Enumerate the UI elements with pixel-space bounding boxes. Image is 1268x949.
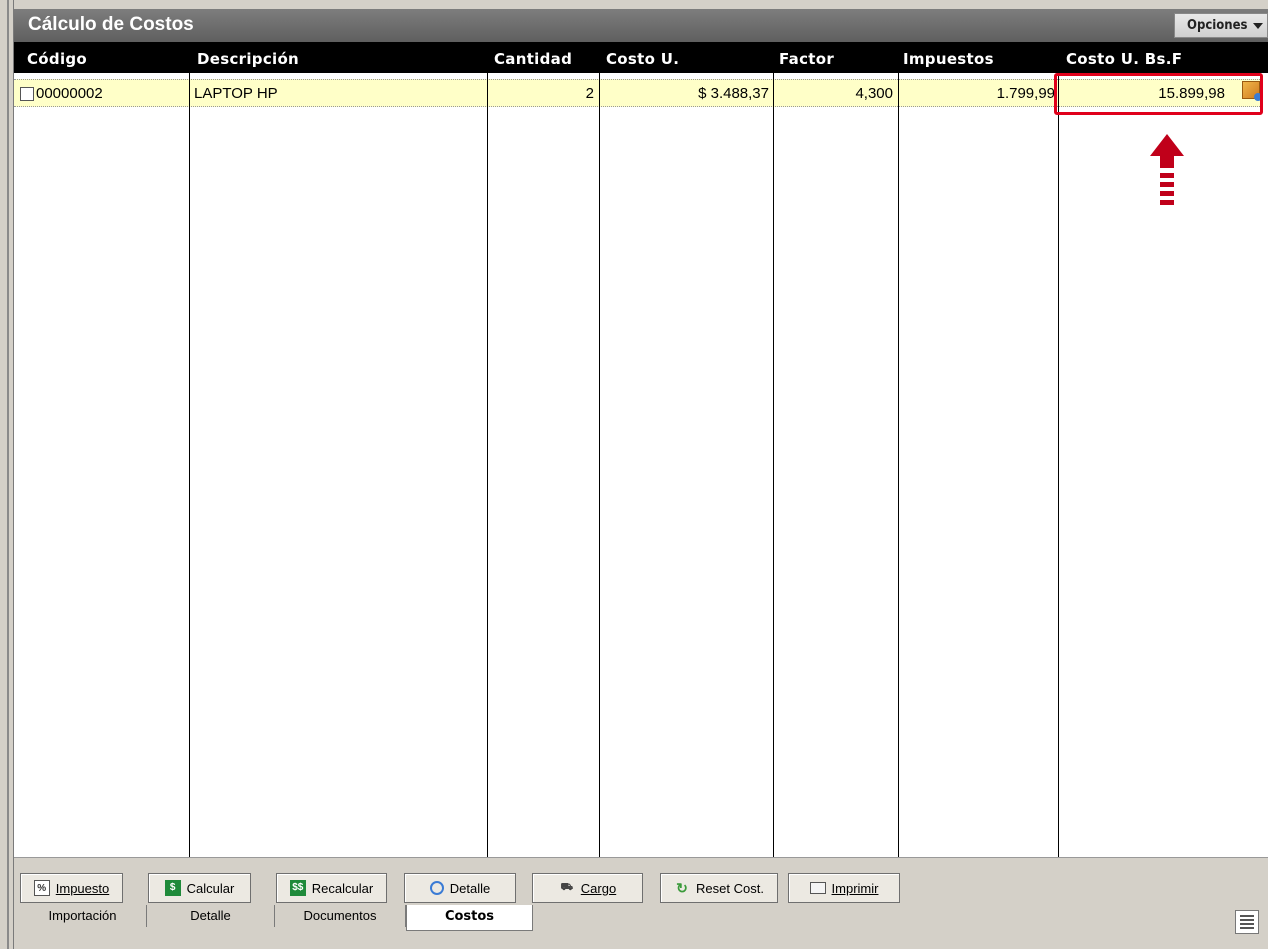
tab-costos[interactable]: Costos [406,905,533,931]
imprimir-button[interactable]: Imprimir [788,873,900,903]
impuesto-button[interactable]: % Impuesto [20,873,123,903]
calcular-label: Calcular [186,880,235,896]
options-dropdown[interactable]: Opciones [1174,13,1268,38]
action-toolbar: % Impuesto $ Calcular $$ Recalcular Deta… [14,857,1268,906]
cell-factor[interactable]: 4,300 [774,85,893,102]
reset-cost-button[interactable]: ↻ Reset Cost. [660,873,778,903]
grid-settings-icon[interactable] [1235,910,1259,934]
col-header-descripcion[interactable]: Descripción [197,50,299,68]
cart-icon: ⛟ [560,882,574,893]
col-header-cantidad[interactable]: Cantidad [494,50,572,68]
tab-documentos[interactable]: Documentos [275,905,406,927]
column-divider [1058,73,1059,857]
calculate-icon: $ [164,880,181,896]
col-header-impuestos[interactable]: Impuestos [903,50,994,68]
grid-header: Código Descripción Cantidad Costo U. Fac… [14,42,1268,73]
column-divider [487,73,488,857]
col-header-costo-u[interactable]: Costo U. [606,50,679,68]
percent-icon: % [33,880,50,896]
column-divider [599,73,600,857]
detalle-button[interactable]: Detalle [404,873,516,903]
chevron-down-icon [1252,22,1263,29]
costs-panel: Cálculo de Costos Opciones Código Descri… [14,9,1268,949]
recalcular-label: Recalcular [311,880,374,896]
detalle-label: Detalle [449,880,491,896]
cell-costo-u[interactable]: $ 3.488,37 [601,85,769,102]
annotation-highlight-box [1054,73,1263,115]
costs-grid: 00000002 LAPTOP HP 2 $ 3.488,37 4,300 1.… [14,73,1268,857]
panel-titlebar: Cálculo de Costos Opciones [14,9,1268,42]
row-checkbox[interactable] [20,87,34,101]
cargo-button[interactable]: ⛟ Cargo [532,873,643,903]
recalculate-icon: $$ [289,880,306,896]
printer-icon [809,882,826,894]
bottom-tab-bar: Importación Detalle Documentos Costos [14,905,1268,949]
col-header-codigo[interactable]: Código [27,50,87,68]
impuesto-label: Impuesto [55,880,110,896]
recalcular-button[interactable]: $$ Recalcular [276,873,387,903]
imprimir-label: Imprimir [831,880,879,896]
cell-cantidad[interactable]: 2 [488,85,594,102]
panel-title: Cálculo de Costos [28,14,194,35]
reset-cost-label: Reset Cost. [696,880,764,896]
column-divider [189,73,190,857]
up-arrow-icon [1150,134,1184,205]
col-header-factor[interactable]: Factor [779,50,834,68]
magnifier-icon [429,881,444,895]
tab-detalle[interactable]: Detalle [147,905,275,927]
refresh-icon: ↻ [676,880,688,896]
cell-descripcion[interactable]: LAPTOP HP [194,85,278,102]
column-divider [773,73,774,857]
col-header-costo-bsf[interactable]: Costo U. Bs.F [1066,50,1182,68]
cell-impuestos[interactable]: 1.799,99 [899,85,1055,102]
cell-codigo[interactable]: 00000002 [36,85,103,102]
options-label: Opciones [1187,18,1248,33]
left-frame-strip [0,0,14,949]
tab-importacion[interactable]: Importación [19,905,147,927]
column-divider [898,73,899,857]
cargo-label: Cargo [580,880,617,896]
calcular-button[interactable]: $ Calcular [148,873,251,903]
